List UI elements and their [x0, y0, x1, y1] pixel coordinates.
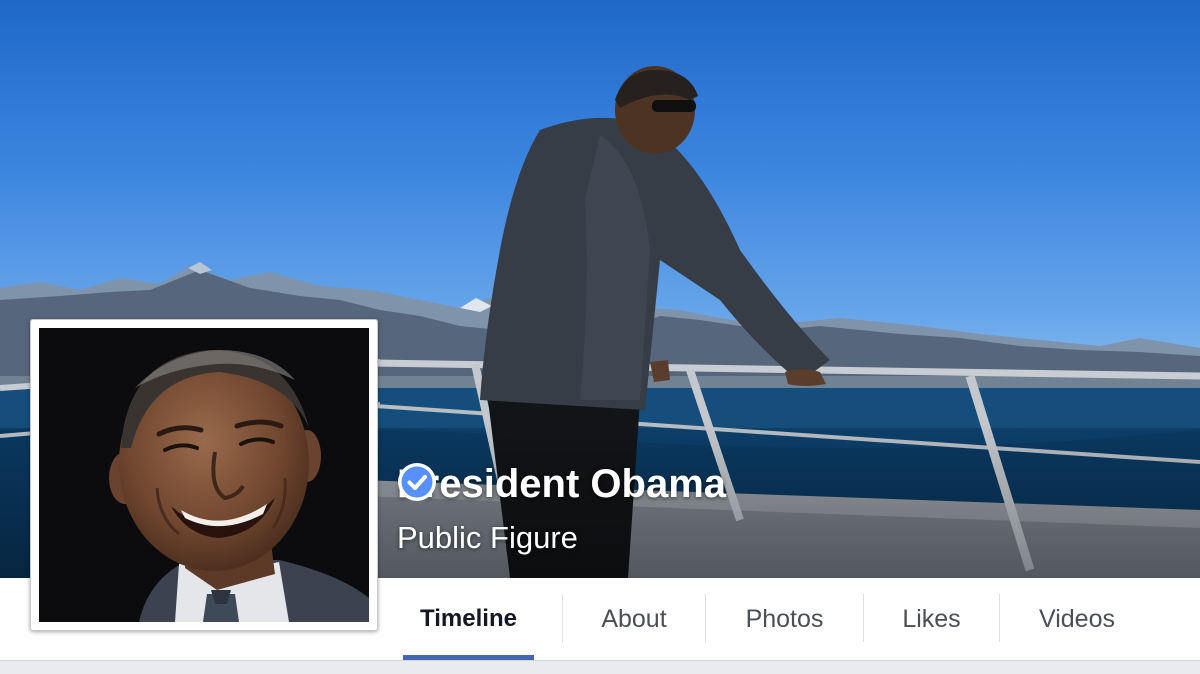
active-tab-indicator	[403, 655, 534, 660]
profile-category: Public Figure	[397, 520, 578, 555]
tab-likes[interactable]: Likes	[864, 578, 999, 660]
profile-picture[interactable]	[30, 319, 378, 631]
tab-timeline[interactable]: Timeline	[403, 578, 534, 660]
verified-badge-icon	[398, 463, 782, 505]
profile-name-text[interactable]: President Obama	[397, 462, 726, 507]
profile-page: President Obama Public Figure Timeline A…	[0, 0, 1200, 674]
tab-about[interactable]: About	[563, 578, 705, 660]
tab-videos[interactable]: Videos	[1000, 578, 1154, 660]
page-background	[0, 661, 1200, 674]
profile-photo-image	[39, 328, 369, 622]
tab-photos[interactable]: Photos	[706, 578, 863, 660]
profile-name[interactable]: President Obama	[397, 462, 782, 507]
profile-photo	[39, 328, 369, 622]
